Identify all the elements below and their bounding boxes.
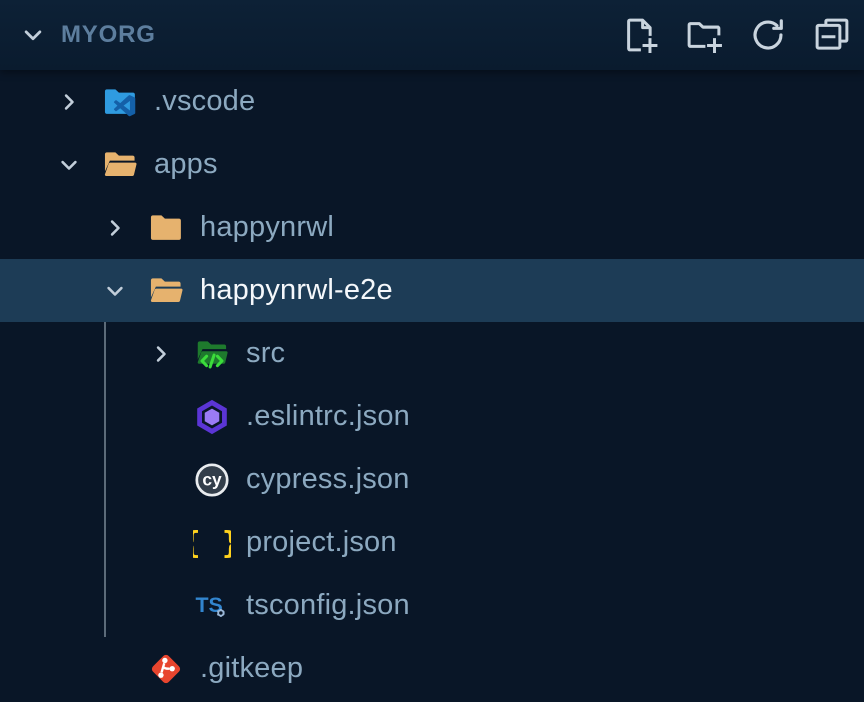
src-folder-icon-slot: [192, 334, 232, 374]
eslint-icon-slot: [192, 397, 232, 437]
tree-item-apps[interactable]: apps: [0, 133, 864, 196]
chevron-down-icon: [96, 272, 134, 310]
folder-open-icon: [101, 146, 139, 184]
tree-item-label: happynrwl: [200, 211, 334, 244]
folder-closed-icon: [147, 209, 185, 247]
svg-text:cy: cy: [202, 469, 222, 489]
chevron-right-icon: [55, 88, 83, 116]
section-chevron-icon: [18, 20, 48, 50]
tree-item-cypress-json[interactable]: cy cypress.json: [0, 448, 864, 511]
collapse-all-icon: [811, 14, 853, 56]
git-icon: [147, 650, 185, 688]
tree-item-eslintrc-json[interactable]: .eslintrc.json: [0, 385, 864, 448]
tree-item-label: cypress.json: [246, 463, 410, 496]
twisty: [142, 398, 180, 436]
tree-item-label: .vscode: [154, 85, 255, 118]
tree-item-vscode[interactable]: .vscode: [0, 70, 864, 133]
tree-item-label: project.json: [246, 526, 397, 559]
chevron-right-icon: [147, 340, 175, 368]
explorer-section-header[interactable]: MYORG: [0, 0, 864, 70]
vscode-folder-icon: [101, 83, 139, 121]
tree-item-tsconfig-json[interactable]: TS tsconfig.json: [0, 574, 864, 637]
twisty: [142, 524, 180, 562]
cypress-icon: cy: [193, 461, 231, 499]
folder-closed-icon-slot: [146, 208, 186, 248]
new-file-icon: [619, 14, 661, 56]
section-title: MYORG: [61, 21, 156, 49]
new-folder-button[interactable]: [682, 11, 726, 59]
chevron-down-icon: [55, 151, 83, 179]
json-braces-icon: { }: [193, 524, 231, 562]
cypress-icon-slot: cy: [192, 460, 232, 500]
chevron-right-icon: [50, 83, 88, 121]
collapse-all-button[interactable]: [810, 11, 854, 59]
section-chevron-down-icon: [14, 16, 52, 54]
chevron-right-icon: [96, 209, 134, 247]
json-braces-icon-slot: { }: [192, 523, 232, 563]
tsconfig-icon-slot: TS: [192, 586, 232, 626]
tree-item-src[interactable]: src: [0, 322, 864, 385]
tree-item-project-json[interactable]: { } project.json: [0, 511, 864, 574]
new-folder-icon: [683, 14, 725, 56]
tree-item-label: .eslintrc.json: [246, 400, 410, 433]
vscode-folder-icon-slot: [100, 82, 140, 122]
chevron-down-icon: [101, 277, 129, 305]
tree-item-gitkeep[interactable]: .gitkeep: [0, 637, 864, 700]
src-folder-icon: [193, 335, 231, 373]
svg-text:{ }: { }: [193, 526, 231, 561]
twisty: [96, 650, 134, 688]
tree-item-label: happynrwl-e2e: [200, 274, 393, 307]
eslint-icon: [193, 398, 231, 436]
chevron-right-icon: [101, 214, 129, 242]
section-toolbar: [618, 11, 864, 59]
chevron-down-icon: [50, 146, 88, 184]
folder-open-icon: [147, 272, 185, 310]
folder-open-icon-slot: [146, 271, 186, 311]
file-tree: .vscode apps happynrwl happynrwl-e2e src…: [0, 70, 864, 700]
refresh-button[interactable]: [746, 11, 790, 59]
tree-item-label: apps: [154, 148, 218, 181]
refresh-icon: [747, 14, 789, 56]
tree-item-happynrwl-e2e[interactable]: happynrwl-e2e: [0, 259, 864, 322]
tree-item-label: .gitkeep: [200, 652, 303, 685]
twisty: [142, 587, 180, 625]
twisty: [142, 461, 180, 499]
tsconfig-icon: TS: [193, 587, 231, 625]
folder-open-icon-slot: [100, 145, 140, 185]
git-icon-slot: [146, 649, 186, 689]
tree-item-label: tsconfig.json: [246, 589, 410, 622]
chevron-right-icon: [142, 335, 180, 373]
tree-item-happynrwl[interactable]: happynrwl: [0, 196, 864, 259]
tree-item-label: src: [246, 337, 285, 370]
new-file-button[interactable]: [618, 11, 662, 59]
